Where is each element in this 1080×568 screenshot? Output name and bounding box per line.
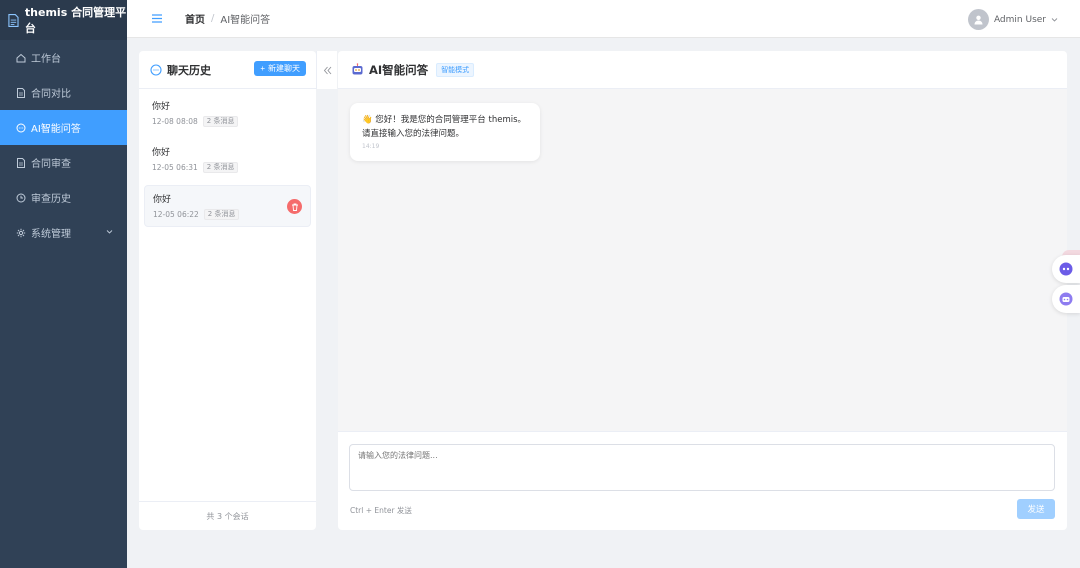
new-chat-button[interactable]: + 新建聊天	[254, 61, 306, 76]
session-title: 你好	[152, 102, 171, 112]
plus-icon: +	[260, 64, 265, 73]
top-header: 首页 / AI智能问答 Admin User	[127, 0, 1080, 38]
breadcrumb-home[interactable]: 首页	[185, 11, 205, 26]
home-icon	[16, 53, 26, 62]
mode-tag: 智能模式	[436, 62, 475, 77]
session-message-count: 2 条消息	[202, 162, 239, 173]
sidebar-item-contract-compare[interactable]: 合同对比	[0, 75, 127, 110]
floating-robot-button[interactable]	[1052, 285, 1080, 313]
sidebar-item-label: 合同审查	[31, 159, 71, 170]
session-count: 共 3 个会话	[139, 501, 316, 530]
session-message-count: 2 条消息	[203, 209, 240, 220]
robot-icon	[1059, 292, 1073, 306]
chat-history-title: 聊天历史	[167, 63, 211, 77]
document-icon	[17, 157, 25, 168]
session-message-count: 2 条消息	[202, 116, 239, 127]
session-title: 你好	[153, 195, 172, 205]
new-chat-label: 新建聊天	[268, 64, 300, 73]
assistant-message: 👋 您好！我是您的合同管理平台 themis。 请直接输入您的法律问题。 14:…	[350, 103, 540, 161]
user-name: Admin User	[993, 14, 1046, 25]
breadcrumb: 首页 / AI智能问答	[185, 11, 270, 26]
chat-input-area: Ctrl + Enter 发送 发送	[338, 431, 1067, 530]
clock-icon	[16, 193, 26, 202]
session-meta: 12-05 06:31 2 条消息	[152, 162, 303, 173]
double-chevron-left-icon	[323, 66, 331, 74]
app-logo[interactable]: themis 合同管理平台	[0, 0, 127, 40]
question-input[interactable]	[349, 444, 1055, 491]
chat-panel: AI智能问答 智能模式 👋 您好！我是您的合同管理平台 themis。 请直接输…	[338, 51, 1067, 530]
chat-session-item[interactable]: 你好 12-05 06:31 2 条消息	[144, 139, 311, 181]
chat-icon	[150, 63, 162, 76]
chat-session-item-selected[interactable]: 你好 12-05 06:22 2 条消息	[144, 185, 311, 227]
session-meta: 12-08 08:08 2 条消息	[152, 116, 303, 127]
user-menu[interactable]: Admin User	[967, 9, 1058, 30]
session-time: 12-08 08:08	[152, 117, 198, 126]
breadcrumb-current: AI智能问答	[220, 15, 271, 26]
sidebar-item-label: 审查历史	[31, 194, 71, 205]
chat-history-panel: 聊天历史 + 新建聊天 你好 12-08 08:08 2 条消息 你好 12-0…	[139, 51, 316, 530]
sidebar-item-label: AI智能问答	[31, 124, 81, 135]
chat-history-header: 聊天历史 + 新建聊天	[139, 51, 316, 89]
document-icon	[8, 13, 19, 27]
chevron-down-icon	[1051, 18, 1058, 22]
assistant-icon	[1059, 262, 1073, 276]
message-line: 👋 您好！我是您的合同管理平台 themis。	[362, 115, 527, 125]
gear-icon	[16, 228, 26, 237]
user-icon	[974, 15, 983, 25]
robot-icon	[352, 63, 363, 75]
sidebar-item-workbench[interactable]: 工作台	[0, 40, 127, 75]
floating-assistant-button[interactable]	[1052, 255, 1080, 283]
message-text: 👋 您好！我是您的合同管理平台 themis。 请直接输入您的法律问题。	[362, 113, 528, 141]
session-time: 12-05 06:31	[152, 163, 198, 172]
hamburger-menu-icon[interactable]	[152, 14, 162, 23]
message-line: 请直接输入您的法律问题。	[362, 129, 465, 139]
send-button[interactable]: 发送	[1017, 499, 1055, 519]
chat-title: AI智能问答	[369, 62, 429, 77]
breadcrumb-separator: /	[211, 13, 215, 24]
message-time: 14:19	[362, 143, 380, 150]
chevron-down-icon	[106, 230, 113, 234]
sidebar: themis 合同管理平台 工作台 合同对比 AI智能问答 合同审查 审查历史 …	[0, 0, 127, 568]
session-title: 你好	[152, 148, 171, 158]
avatar[interactable]	[967, 9, 989, 30]
session-meta: 12-05 06:22 2 条消息	[153, 209, 302, 220]
collapse-history-button[interactable]	[316, 51, 337, 89]
document-icon	[17, 87, 25, 98]
sidebar-item-review-history[interactable]: 审查历史	[0, 180, 127, 215]
chat-header: AI智能问答 智能模式	[338, 51, 1067, 89]
send-shortcut-hint: Ctrl + Enter 发送	[350, 506, 412, 515]
session-time: 12-05 06:22	[153, 210, 199, 219]
sidebar-item-system-management[interactable]: 系统管理	[0, 215, 127, 250]
sidebar-item-contract-review[interactable]: 合同审查	[0, 145, 127, 180]
sidebar-item-label: 系统管理	[31, 229, 71, 240]
sidebar-item-label: 工作台	[31, 54, 61, 65]
app-title: themis 合同管理平台	[24, 6, 127, 35]
chat-session-item[interactable]: 你好 12-08 08:08 2 条消息	[144, 93, 311, 135]
sidebar-item-ai-qa[interactable]: AI智能问答	[0, 110, 127, 145]
chat-icon	[16, 123, 26, 132]
sidebar-item-label: 合同对比	[31, 89, 71, 100]
delete-session-button[interactable]	[287, 199, 302, 214]
trash-icon	[291, 203, 298, 211]
